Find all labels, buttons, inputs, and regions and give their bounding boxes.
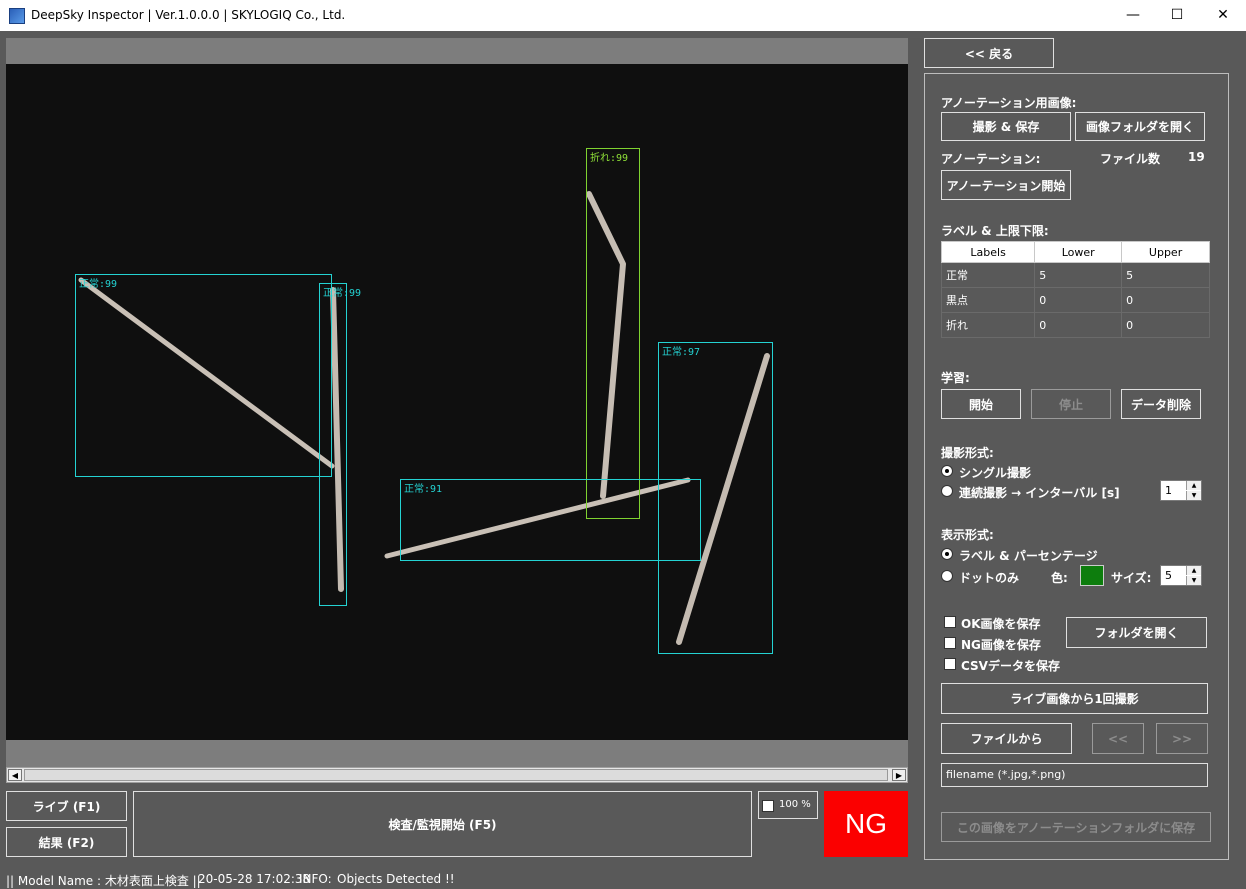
- table-cell[interactable]: 5: [1034, 262, 1123, 288]
- judgement-indicator: NG: [824, 791, 908, 857]
- save-ng-checkbox[interactable]: [944, 637, 956, 649]
- up-arrow-icon[interactable]: ▲: [1186, 481, 1201, 490]
- table-row[interactable]: 黒点 0 0: [940, 287, 1210, 313]
- zoom-control: 100 %: [758, 791, 818, 819]
- learning-heading: 学習:: [941, 371, 970, 385]
- scroll-thumb[interactable]: [24, 769, 888, 781]
- app-icon: [9, 8, 25, 24]
- prev-file-button[interactable]: <<: [1092, 723, 1144, 754]
- image-viewer[interactable]: 正常:99 正常:99 折れ:99 正常:97 正常:91: [6, 38, 908, 768]
- save-csv-checkbox[interactable]: [944, 658, 956, 670]
- maximize-button[interactable]: ☐: [1154, 0, 1200, 31]
- capture-mode-heading: 撮影形式:: [941, 446, 994, 460]
- single-capture-radio[interactable]: [941, 465, 953, 477]
- window-title: DeepSky Inspector | Ver.1.0.0.0 | SKYLOG…: [31, 8, 346, 22]
- table-cell[interactable]: 黒点: [940, 287, 1036, 313]
- down-arrow-icon[interactable]: ▼: [1186, 576, 1201, 585]
- capture-save-button[interactable]: 撮影 & 保存: [941, 112, 1071, 141]
- info-text: Objects Detected !!: [337, 872, 455, 886]
- table-header: Upper: [1121, 241, 1210, 263]
- detection-label: 正常:99: [79, 279, 118, 290]
- interval-value[interactable]: 1: [1165, 484, 1172, 497]
- minimize-button[interactable]: —: [1110, 0, 1156, 31]
- file-count: 19: [1188, 150, 1205, 164]
- annotation-image-heading: アノーテーション用画像:: [941, 96, 1077, 110]
- single-capture-label: シングル撮影: [959, 466, 1032, 480]
- table-cell[interactable]: 正常: [940, 262, 1036, 288]
- color-label: 色:: [1051, 571, 1068, 585]
- table-cell[interactable]: 5: [1121, 262, 1210, 288]
- label-percentage-label: ラベル & パーセンテージ: [959, 549, 1098, 563]
- dot-only-radio[interactable]: [941, 570, 953, 582]
- scroll-right-icon[interactable]: ▶: [892, 769, 906, 781]
- status-bar: || Model Name : 木材表面上検査 || 20-05-28 17:0…: [0, 869, 1246, 889]
- table-row[interactable]: 正常 5 5: [940, 262, 1210, 288]
- size-stepper[interactable]: 5 ▲ ▼: [1160, 565, 1202, 586]
- save-ok-checkbox[interactable]: [944, 616, 956, 628]
- detection-label: 正常:99: [323, 288, 362, 299]
- save-ok-label: OK画像を保存: [961, 617, 1041, 631]
- detection-box: 正常:91: [400, 479, 701, 561]
- horizontal-scrollbar[interactable]: ◀ ▶: [6, 767, 908, 783]
- size-label: サイズ:: [1111, 571, 1152, 585]
- title-bar: DeepSky Inspector | Ver.1.0.0.0 | SKYLOG…: [0, 0, 1246, 31]
- save-csv-label: CSVデータを保存: [961, 659, 1060, 673]
- zoom-checkbox[interactable]: [762, 800, 774, 812]
- table-row[interactable]: 折れ 0 0: [940, 312, 1210, 338]
- data-delete-button[interactable]: データ削除: [1121, 389, 1201, 419]
- detection-box: 正常:99: [319, 283, 361, 606]
- next-file-button[interactable]: >>: [1156, 723, 1208, 754]
- filename-input[interactable]: filename (*.jpg,*.png): [941, 763, 1208, 787]
- scroll-left-icon[interactable]: ◀: [8, 769, 22, 781]
- save-ng-label: NG画像を保存: [961, 638, 1041, 652]
- table-header: Lower: [1034, 241, 1123, 263]
- continuous-capture-label: 連続撮影 → インターバル [s]: [959, 486, 1120, 500]
- continuous-capture-radio[interactable]: [941, 485, 953, 497]
- inspection-image: 正常:99 正常:99 折れ:99 正常:97 正常:91: [6, 64, 908, 740]
- annotation-heading: アノーテーション:: [941, 152, 1041, 166]
- live-capture-button[interactable]: ライブ画像から1回撮影: [941, 683, 1208, 714]
- color-swatch[interactable]: [1080, 565, 1104, 586]
- display-mode-heading: 表示形式:: [941, 528, 994, 542]
- live-button[interactable]: ライブ (F1): [6, 791, 127, 821]
- result-button[interactable]: 結果 (F2): [6, 827, 127, 857]
- table-cell[interactable]: 0: [1034, 287, 1123, 313]
- save-to-annotation-button[interactable]: この画像をアノーテーションフォルダに保存: [941, 812, 1211, 842]
- info-label: INFO:: [299, 872, 332, 886]
- table-cell[interactable]: 0: [1121, 312, 1210, 338]
- dot-only-label: ドットのみ: [959, 571, 1020, 585]
- status-datetime: 20-05-28 17:02:38: [198, 872, 311, 886]
- size-value[interactable]: 5: [1165, 569, 1172, 582]
- file-count-label: ファイル数: [1100, 152, 1161, 166]
- back-button[interactable]: << 戻る: [924, 38, 1054, 68]
- annotation-start-button[interactable]: アノーテーション開始: [941, 170, 1071, 200]
- table-cell[interactable]: 折れ: [940, 312, 1036, 338]
- label-limits-table[interactable]: Labels Lower Upper 正常 5 5 黒点 0 0 折れ 0 0: [940, 241, 1210, 338]
- table-cell[interactable]: 0: [1034, 312, 1123, 338]
- label-percentage-radio[interactable]: [941, 548, 953, 560]
- open-folder-button[interactable]: フォルダを開く: [1066, 617, 1207, 648]
- interval-stepper[interactable]: 1 ▲ ▼: [1160, 480, 1202, 501]
- detection-label: 正常:97: [662, 347, 701, 358]
- table-cell[interactable]: 0: [1121, 287, 1210, 313]
- detection-label: 正常:91: [404, 484, 443, 495]
- from-file-button[interactable]: ファイルから: [941, 723, 1072, 754]
- open-image-folder-button[interactable]: 画像フォルダを開く: [1075, 112, 1205, 141]
- learn-start-button[interactable]: 開始: [941, 389, 1021, 419]
- label-limits-heading: ラベル & 上限下限:: [941, 224, 1049, 238]
- close-button[interactable]: ✕: [1200, 0, 1246, 31]
- inspect-start-button[interactable]: 検査/監視開始 (F5): [133, 791, 752, 857]
- table-header: Labels: [940, 241, 1036, 263]
- model-name: || Model Name : 木材表面上検査 ||: [6, 874, 201, 888]
- detection-box: 正常:99: [75, 274, 332, 477]
- detection-box-defect: 折れ:99: [586, 148, 640, 519]
- down-arrow-icon[interactable]: ▼: [1186, 491, 1201, 500]
- learn-stop-button[interactable]: 停止: [1031, 389, 1111, 419]
- up-arrow-icon[interactable]: ▲: [1186, 566, 1201, 575]
- zoom-value: 100 %: [779, 799, 811, 810]
- detection-label: 折れ:99: [590, 153, 629, 164]
